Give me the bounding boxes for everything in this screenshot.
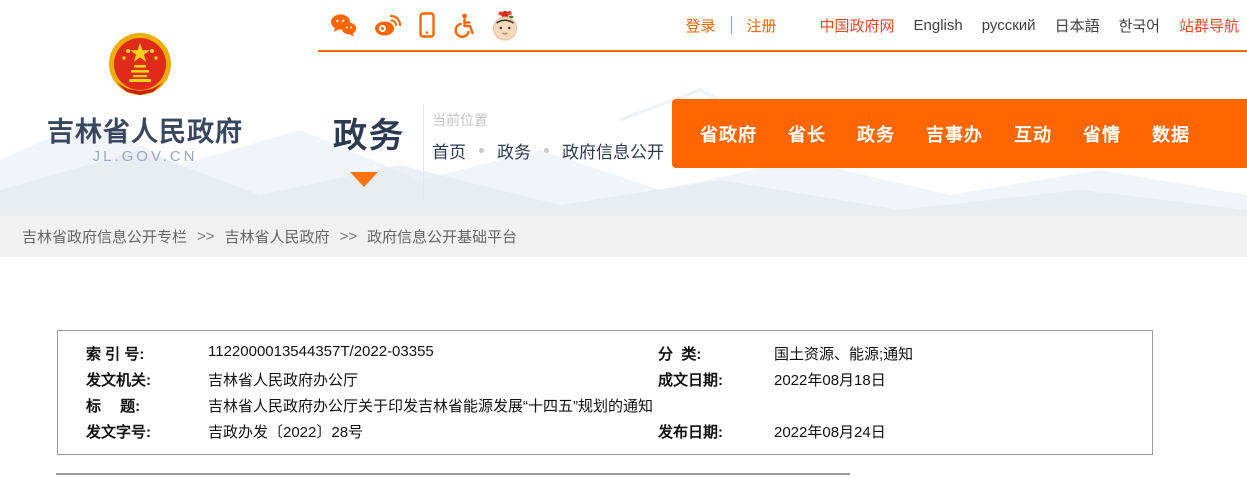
site-domain: JL.GOV.CN <box>0 148 290 165</box>
doc-number-value: 吉政办发〔2022〕28号 <box>208 421 658 447</box>
band-separator: >> <box>197 228 215 245</box>
lang-english-link[interactable]: English <box>914 17 963 34</box>
doc-title-value: 吉林省人民政府办公厅关于印发吉林省能源发展“十四五”规划的通知 <box>208 395 658 421</box>
category-label: 分 类: <box>658 343 774 369</box>
wechat-icon[interactable] <box>330 13 357 37</box>
top-strip: 登录 注册 中国政府网 English русский 日本語 한국어 站群导航 <box>318 0 1247 52</box>
date-written-value: 2022年08月18日 <box>774 369 1152 395</box>
register-link[interactable]: 注册 <box>747 15 777 36</box>
index-number-value: 1122000013544357T/2022-03355 <box>208 343 658 369</box>
empty-cell <box>658 395 774 421</box>
nav-item-provincial-gov[interactable]: 省政府 <box>700 121 757 147</box>
page: 吉林省人民政府 JL.GOV.CN <box>0 0 1247 478</box>
empty-cell <box>774 395 1152 421</box>
issuing-agency-label: 发文机关: <box>86 369 208 395</box>
breadcrumb-dot-icon <box>544 148 549 153</box>
breadcrumb-home[interactable]: 首页 <box>432 138 466 163</box>
nav-item-province-info[interactable]: 省情 <box>1083 121 1121 147</box>
nav-item-zhengwu[interactable]: 政务 <box>857 121 895 147</box>
nav-item-jishiban[interactable]: 吉事办 <box>926 121 983 147</box>
nav-item-governor[interactable]: 省长 <box>788 121 826 147</box>
gov-cn-link[interactable]: 中国政府网 <box>820 15 895 36</box>
lang-korean-link[interactable]: 한국어 <box>1119 15 1160 36</box>
band-link-platform[interactable]: 政府信息公开基础平台 <box>367 226 517 247</box>
site-title: 吉林省人民政府 <box>0 110 290 149</box>
issuing-agency-value: 吉林省人民政府办公厅 <box>208 369 658 395</box>
band-separator: >> <box>340 228 358 245</box>
doc-number-label: 发文字号: <box>86 421 208 447</box>
mobile-icon[interactable] <box>419 12 435 38</box>
breadcrumb-zhengwu[interactable]: 政务 <box>497 138 531 163</box>
main-nav: 省政府 省长 政务 吉事办 互动 省情 数据 <box>672 99 1247 168</box>
nav-item-interaction[interactable]: 互动 <box>1014 121 1052 147</box>
mascot-icon[interactable] <box>491 9 519 41</box>
section-title: 政务 <box>333 108 405 157</box>
breadcrumb-band: 吉林省政府信息公开专栏 >> 吉林省人民政府 >> 政府信息公开基础平台 <box>0 216 1247 257</box>
social-icon-row <box>318 9 519 41</box>
breadcrumb-info-disclosure[interactable]: 政府信息公开 <box>562 138 664 163</box>
vertical-divider <box>423 104 424 200</box>
site-header: 吉林省人民政府 JL.GOV.CN <box>0 0 1247 216</box>
accessibility-icon[interactable] <box>452 13 474 38</box>
login-link[interactable]: 登录 <box>685 15 715 36</box>
doc-title-label: 标 题: <box>86 395 208 421</box>
date-published-label: 发布日期: <box>658 421 774 447</box>
band-link-provincial-gov[interactable]: 吉林省人民政府 <box>225 226 330 247</box>
top-links: 登录 注册 中国政府网 English русский 日本語 한국어 站群导航 <box>685 15 1247 36</box>
lang-japanese-link[interactable]: 日本語 <box>1055 15 1100 36</box>
weibo-icon[interactable] <box>374 13 402 37</box>
band-link-disclosure-column[interactable]: 吉林省政府信息公开专栏 <box>22 226 187 247</box>
section-arrow-icon <box>350 172 378 187</box>
content-divider <box>56 473 850 475</box>
index-number-label: 索 引 号: <box>86 343 208 369</box>
current-location-label: 当前位置 <box>432 110 488 130</box>
link-separator <box>731 16 732 34</box>
doc-info-table: 索 引 号: 1122000013544357T/2022-03355 分 类:… <box>57 330 1153 455</box>
breadcrumb: 首页 政务 政府信息公开 <box>432 138 664 163</box>
nav-item-data[interactable]: 数据 <box>1152 121 1190 147</box>
site-logo[interactable]: 吉林省人民政府 JL.GOV.CN <box>0 0 318 216</box>
date-published-value: 2022年08月24日 <box>774 421 1152 447</box>
national-emblem-icon <box>108 31 172 104</box>
site-group-nav-link[interactable]: 站群导航 <box>1179 15 1239 36</box>
date-written-label: 成文日期: <box>658 369 774 395</box>
breadcrumb-dot-icon <box>479 148 484 153</box>
category-value: 国土资源、能源;通知 <box>774 343 1152 369</box>
lang-russian-link[interactable]: русский <box>982 17 1036 34</box>
